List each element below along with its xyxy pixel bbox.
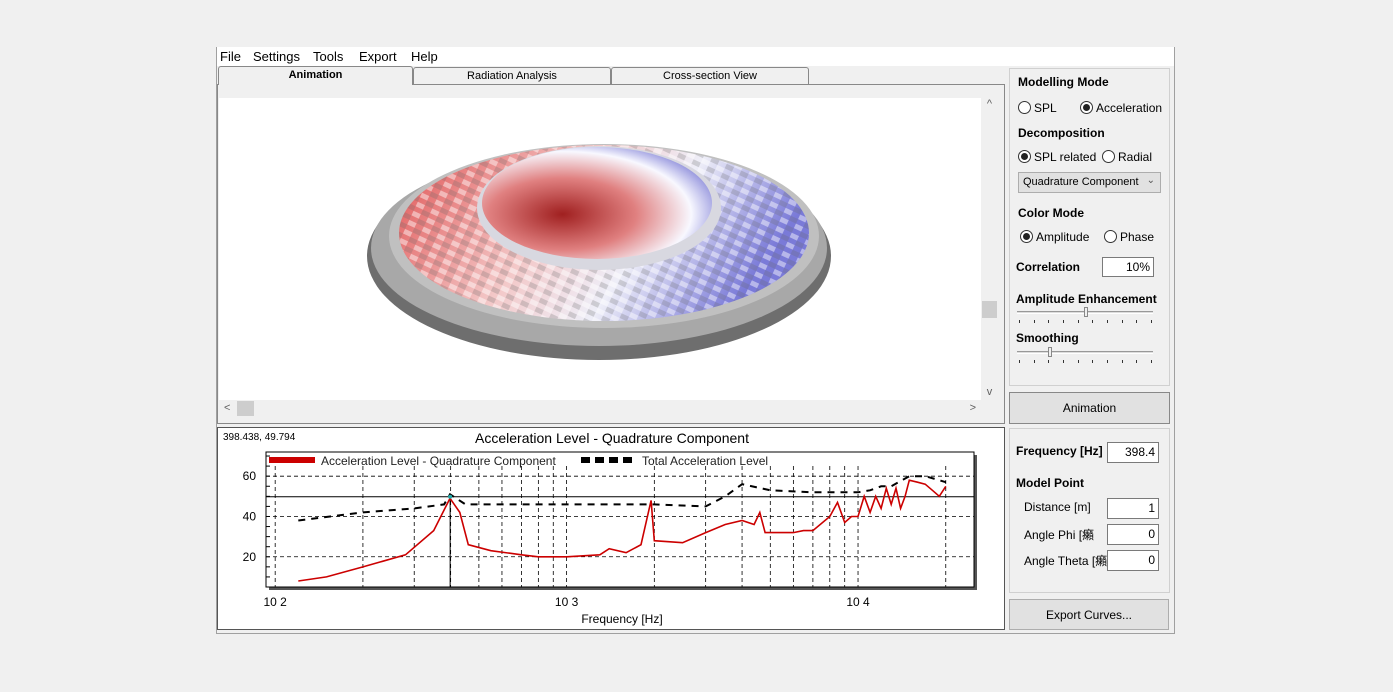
dropdown-value: Quadrature Component (1023, 176, 1139, 188)
legend-swatch-total (581, 457, 590, 463)
scrollbar-thumb[interactable] (237, 401, 254, 416)
menu-export[interactable]: Export (359, 49, 397, 64)
distance-label: Distance [m] (1024, 500, 1091, 514)
chart-svg: 20 40 60 10 2 10 3 10 4 Acceleration Level - Q… (243, 451, 977, 609)
radio-amplitude-label[interactable]: Amplitude (1036, 230, 1089, 244)
menu-bar: File Settings Tools Export Help (217, 47, 1174, 66)
x-axis-label: Frequency [Hz] (581, 612, 663, 626)
legend-label-quadrature: Acceleration Level - Quadrature Componen… (321, 454, 556, 468)
smoothing-track[interactable] (1017, 351, 1153, 354)
angle-phi-input[interactable]: 0 (1107, 524, 1159, 545)
menu-tools[interactable]: Tools (313, 49, 343, 64)
frequency-label: Frequency [Hz] (1016, 444, 1103, 458)
legend-swatch-quadrature (269, 457, 315, 463)
angle-theta-label: Angle Theta [癩 (1024, 554, 1108, 568)
x-tick-label: 10 2 (264, 595, 288, 609)
scroll-up-icon[interactable]: ^ (981, 98, 998, 114)
smoothing-slider[interactable] (1047, 347, 1052, 357)
radio-radial[interactable] (1102, 150, 1115, 163)
radio-phase-label[interactable]: Phase (1120, 230, 1154, 244)
component-dropdown[interactable]: Quadrature Component ⌄ (1018, 172, 1161, 193)
correlation-input[interactable]: 10% (1102, 257, 1154, 277)
radio-spl-related[interactable] (1018, 150, 1031, 163)
angle-phi-label: Angle Phi [癩 (1024, 528, 1095, 542)
decomposition-title: Decomposition (1018, 126, 1105, 140)
membrane-render (367, 144, 831, 360)
radio-phase[interactable] (1104, 230, 1117, 243)
model-point-title: Model Point (1016, 476, 1084, 490)
legend-swatch-total (609, 457, 618, 463)
legend-label-total: Total Acceleration Level (642, 454, 768, 468)
menu-help[interactable]: Help (411, 49, 438, 64)
menu-settings[interactable]: Settings (253, 49, 300, 64)
frequency-input[interactable]: 398.4 (1107, 442, 1159, 463)
vertical-scrollbar[interactable]: ^ v (981, 98, 998, 400)
animation-button[interactable]: Animation (1009, 392, 1170, 424)
chart-panel[interactable]: 398.438, 49.794 Acceleration Level - Qua… (217, 427, 1005, 630)
amplitude-enhancement-slider[interactable] (1084, 307, 1088, 317)
scroll-left-icon[interactable]: < (224, 400, 230, 417)
angle-theta-input[interactable]: 0 (1107, 550, 1159, 571)
slider-ticks (1019, 320, 1152, 323)
radio-amplitude[interactable] (1020, 230, 1033, 243)
y-tick-label: 60 (243, 469, 257, 483)
menu-file[interactable]: File (220, 49, 241, 64)
tab-radiation-analysis[interactable]: Radiation Analysis (413, 67, 611, 84)
slider-ticks (1019, 360, 1152, 363)
radio-radial-label[interactable]: Radial (1118, 150, 1152, 164)
amplitude-enhancement-label: Amplitude Enhancement (1016, 292, 1157, 306)
radio-spl[interactable] (1018, 101, 1031, 114)
legend-swatch-total (623, 457, 632, 463)
cursor-marker (448, 494, 453, 499)
x-tick-label: 10 4 (846, 595, 870, 609)
correlation-label: Correlation (1016, 260, 1081, 274)
export-curves-button[interactable]: Export Curves... (1009, 599, 1169, 630)
legend-swatch-total (595, 457, 604, 463)
tab-cross-section-view[interactable]: Cross-section View (611, 67, 809, 84)
scrollbar-thumb[interactable] (982, 301, 997, 318)
scroll-down-icon[interactable]: v (981, 386, 998, 398)
scroll-right-icon[interactable]: > (970, 400, 976, 417)
radio-spl-related-label[interactable]: SPL related (1034, 150, 1096, 164)
y-tick-label: 20 (243, 550, 257, 564)
plot-area (265, 451, 975, 588)
distance-input[interactable]: 1 (1107, 498, 1159, 519)
x-tick-label: 10 3 (555, 595, 579, 609)
y-tick-label: 40 (243, 509, 257, 523)
dome (482, 147, 712, 259)
smoothing-label: Smoothing (1016, 331, 1079, 345)
tab-animation[interactable]: Animation (218, 66, 413, 85)
color-mode-title: Color Mode (1018, 206, 1084, 220)
horizontal-scrollbar[interactable]: < > (219, 400, 981, 417)
3d-viewport[interactable] (219, 98, 981, 400)
chevron-down-icon: ⌄ (1146, 175, 1155, 186)
modelling-mode-title: Modelling Mode (1018, 75, 1109, 89)
radio-acceleration-label[interactable]: Acceleration (1096, 101, 1162, 115)
radio-acceleration[interactable] (1080, 101, 1093, 114)
radio-spl-label[interactable]: SPL (1034, 101, 1057, 115)
